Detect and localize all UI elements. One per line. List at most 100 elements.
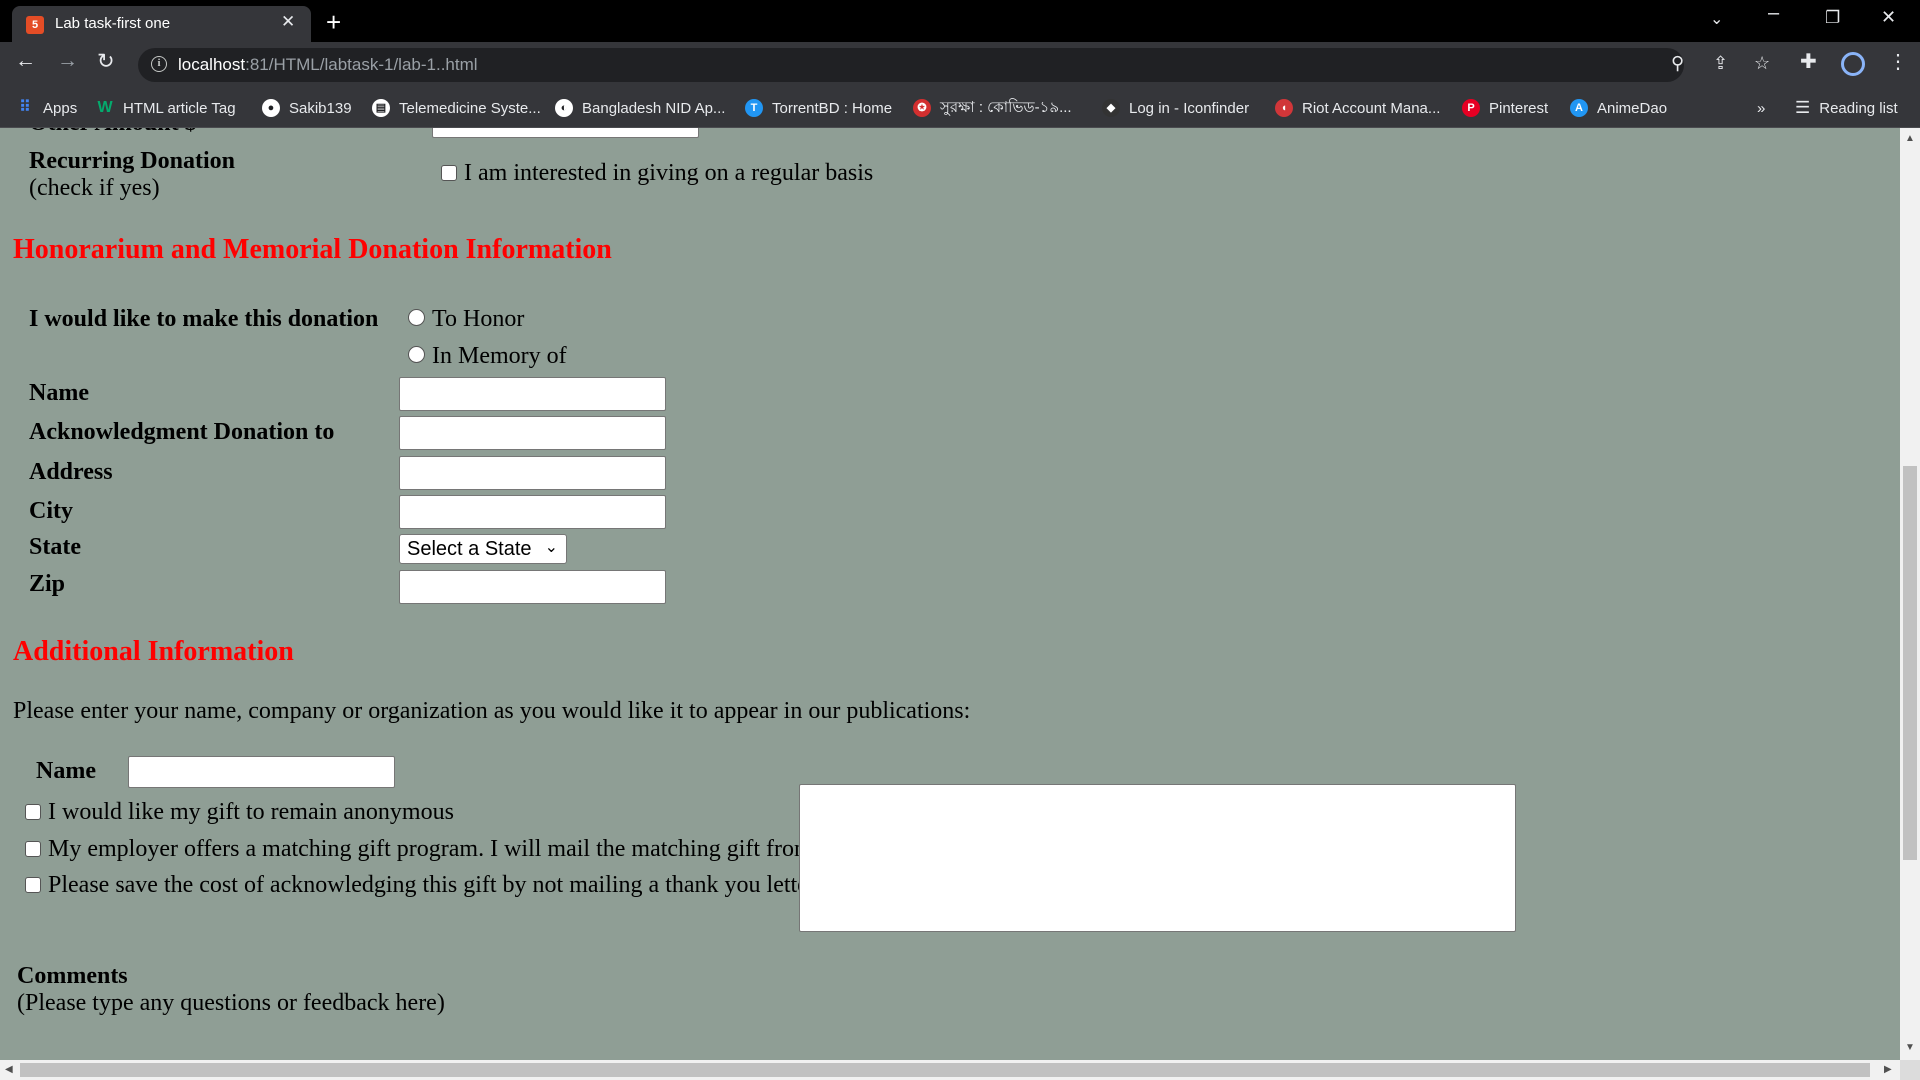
browser-tab[interactable]: 5 Lab task-first one ✕ — [12, 6, 311, 42]
anonymous-label: I would like my gift to remain anonymous — [48, 799, 454, 825]
employer-match-label: My employer offers a matching gift progr… — [48, 836, 819, 862]
bookmark-label: Pinterest — [1489, 99, 1549, 117]
site-info-icon[interactable]: i — [151, 56, 167, 72]
apps-grid-icon: ⠿ — [19, 99, 31, 116]
menu-kebab-icon[interactable]: ⋮ — [1888, 49, 1908, 74]
bookmark-item[interactable]: T TorrentBD : Home — [745, 96, 892, 120]
bookmark-item[interactable]: W HTML article Tag — [96, 96, 236, 120]
chevron-down-icon: ⌄ — [544, 539, 558, 556]
honoree-name-label: Name — [29, 380, 89, 406]
bookmark-item[interactable]: ▤ Telemedicine Syste... — [372, 96, 541, 120]
new-tab-icon[interactable]: + — [326, 7, 341, 38]
bookmark-item[interactable]: P Pinterest — [1462, 96, 1548, 120]
save-cost-label: Please save the cost of acknowledging th… — [48, 872, 821, 898]
globe-icon: ◐ — [555, 99, 573, 117]
reading-list-icon: ☰ — [1795, 98, 1811, 117]
tab-strip: 5 Lab task-first one ✕ + ⌄ – ❐ ✕ — [0, 0, 1920, 42]
other-amount-input[interactable] — [432, 128, 699, 138]
bookmark-label: Apps — [43, 99, 78, 117]
riot-icon: ◖ — [1275, 99, 1293, 117]
bookmark-item[interactable]: ◐ Bangladesh NID Ap... — [555, 96, 725, 120]
publication-name-input[interactable] — [128, 756, 395, 788]
animedao-icon: A — [1570, 99, 1588, 117]
restore-icon[interactable]: ❐ — [1825, 8, 1840, 28]
vertical-scrollbar[interactable]: ▲ ▼ — [1900, 128, 1920, 1060]
reading-list-label: Reading list — [1819, 99, 1898, 117]
bookmark-label: সুরক্ষা : কোভিড-১৯... — [940, 98, 1072, 116]
publication-instructions: Please enter your name, company or organ… — [13, 698, 971, 724]
address-input[interactable] — [399, 456, 666, 490]
bookmark-label: TorrentBD : Home — [772, 99, 893, 117]
honoree-name-input[interactable] — [399, 377, 666, 411]
bookmark-item[interactable]: ⠿ Apps — [16, 96, 77, 120]
bookmark-label: Telemedicine Syste... — [399, 99, 541, 117]
vertical-scroll-thumb[interactable] — [1903, 466, 1917, 860]
minimize-icon[interactable]: – — [1768, 2, 1779, 25]
bookmark-label: Sakib139 — [289, 99, 352, 117]
state-select[interactable]: Select a State ⌄ — [399, 534, 567, 564]
tab-title: Lab task-first one — [55, 15, 171, 32]
bookmark-item[interactable]: ◆ Log in - Iconfinder — [1102, 96, 1249, 120]
bookmark-label: HTML article Tag — [123, 99, 236, 117]
horizontal-scroll-thumb[interactable] — [20, 1063, 1870, 1077]
scroll-down-icon[interactable]: ▼ — [1905, 1042, 1915, 1053]
to-honor-radio[interactable] — [408, 309, 425, 326]
zip-input[interactable] — [399, 570, 666, 604]
recurring-donation-sub: (check if yes) — [29, 175, 160, 201]
scroll-up-icon[interactable]: ▲ — [1905, 133, 1915, 144]
other-amount-label: Other Amount $ — [29, 128, 197, 137]
pinterest-icon: P — [1462, 99, 1480, 117]
save-cost-checkbox[interactable] — [25, 877, 41, 893]
bookmark-item[interactable]: ● Sakib139 — [262, 96, 352, 120]
donation-type-label: I would like to make this donation — [29, 306, 379, 332]
comments-textarea[interactable] — [799, 784, 1516, 932]
profile-avatar-icon[interactable] — [1841, 52, 1865, 76]
bookmarks-bar: ⠿ Apps W HTML article Tag ● Sakib139 ▤ Telemedi… — [0, 88, 1920, 128]
bookmark-label: Riot Account Mana... — [1302, 99, 1441, 117]
state-select-value: Select a State — [407, 538, 532, 560]
bookmark-label: Log in - Iconfinder — [1129, 99, 1250, 117]
recurring-checkbox[interactable] — [441, 165, 457, 181]
scroll-left-icon[interactable]: ◀ — [5, 1064, 13, 1075]
url-omnibox[interactable]: i localhost:81/HTML/labtask-1/lab-1..htm… — [138, 48, 1770, 82]
tab-search-icon[interactable]: ⌄ — [1710, 9, 1723, 29]
close-window-icon[interactable]: ✕ — [1881, 7, 1896, 28]
comments-sub: (Please type any questions or feedback h… — [17, 990, 445, 1016]
close-tab-icon[interactable]: ✕ — [281, 12, 295, 32]
in-memory-radio[interactable] — [408, 346, 425, 363]
bookmark-item[interactable]: A AnimeDao — [1570, 96, 1667, 120]
in-memory-label: In Memory of — [432, 343, 567, 369]
share-icon[interactable]: ⇪ — [1713, 53, 1728, 74]
bookmark-item[interactable]: ◖ Riot Account Mana... — [1275, 96, 1440, 120]
city-label: City — [29, 498, 73, 524]
browser-chrome: 5 Lab task-first one ✕ + ⌄ – ❐ ✕ ← → ↻ i… — [0, 0, 1920, 128]
bookmark-item[interactable]: ✪ সুরক্ষা : কোভিড-১৯... — [913, 96, 1072, 120]
acknowledgment-label: Acknowledgment Donation to — [29, 419, 335, 445]
city-input[interactable] — [399, 495, 666, 529]
scroll-right-icon[interactable]: ▶ — [1884, 1064, 1892, 1075]
reading-list-button[interactable]: ☰ Reading list — [1795, 96, 1898, 120]
bookmark-star-icon[interactable]: ☆ — [1754, 53, 1770, 74]
employer-match-checkbox[interactable] — [25, 841, 41, 857]
honorarium-heading: Honorarium and Memorial Donation Informa… — [13, 234, 612, 265]
anonymous-checkbox[interactable] — [25, 804, 41, 820]
reload-icon[interactable]: ↻ — [97, 49, 115, 74]
to-honor-label: To Honor — [432, 306, 525, 332]
bookmarks-overflow-icon[interactable]: » — [1757, 96, 1765, 120]
extensions-puzzle-icon[interactable]: ✚ — [1800, 49, 1817, 74]
html5-favicon-icon: 5 — [26, 16, 44, 34]
document-icon: ▤ — [372, 99, 390, 117]
zip-label: Zip — [29, 571, 66, 597]
horizontal-scrollbar[interactable]: ◀ ▶ — [0, 1060, 1900, 1080]
github-icon: ● — [262, 99, 280, 117]
acknowledgment-input[interactable] — [399, 416, 666, 450]
scrollbar-corner — [1900, 1060, 1920, 1080]
bookmark-label: AnimeDao — [1597, 99, 1668, 117]
back-icon[interactable]: ← — [15, 49, 36, 73]
recurring-donation-label: Recurring Donation — [29, 148, 235, 174]
publication-name-label: Name — [36, 758, 96, 784]
forward-icon[interactable]: → — [57, 49, 78, 73]
url-text[interactable]: localhost:81/HTML/labtask-1/lab-1..html — [178, 55, 478, 75]
zoom-icon[interactable]: ⚲ — [1671, 53, 1684, 74]
torrentbd-icon: T — [745, 99, 763, 117]
